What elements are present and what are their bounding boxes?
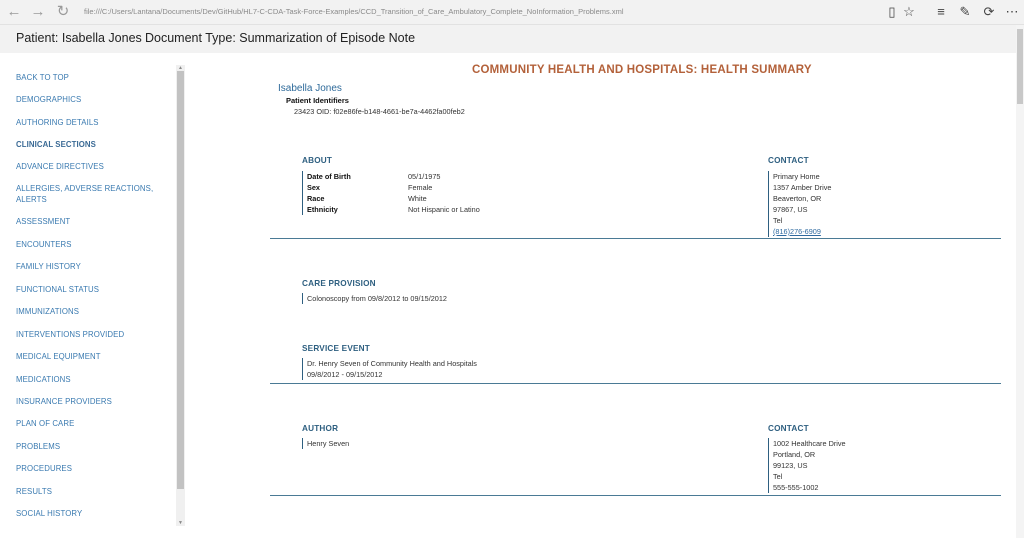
nav-plan-of-care[interactable]: PLAN OF CARE (16, 418, 166, 429)
nav-demographics[interactable]: DEMOGRAPHICS (16, 94, 166, 105)
nav-procedures[interactable]: PROCEDURES (16, 463, 166, 474)
sidebar-scrollbar[interactable]: ▲ ▼ (176, 65, 185, 526)
about-key: Date of Birth (307, 172, 351, 181)
service-event-heading: SERVICE EVENT (302, 344, 370, 353)
about-row: Race White (307, 193, 480, 204)
nav-results[interactable]: RESULTS (16, 486, 166, 497)
scroll-down-icon[interactable]: ▼ (176, 520, 185, 526)
nav-allergies[interactable]: ALLERGIES, ADVERSE REACTIONS, ALERTS (16, 183, 166, 205)
page-scrollbar[interactable] (1016, 25, 1024, 538)
back-arrow-icon[interactable]: ← (4, 3, 24, 21)
about-row: Ethnicity Not Hispanic or Latino (307, 204, 480, 215)
section-divider (270, 383, 1001, 384)
section-divider (270, 238, 1001, 239)
contact-line: 97867, US (773, 205, 808, 214)
address-bar[interactable]: file:///C:/Users/Lantana/Documents/Dev/G… (84, 5, 874, 19)
care-provision-text: Colonoscopy from 09/8/2012 to 09/15/2012 (307, 294, 447, 303)
document-header: Patient: Isabella Jones Document Type: S… (0, 25, 1024, 53)
contact-line: Beaverton, OR (773, 194, 822, 203)
author-contact-heading: CONTACT (768, 424, 809, 433)
forward-arrow-icon[interactable]: → (28, 3, 48, 21)
about-value: White (408, 194, 427, 203)
about-key: Race (307, 194, 325, 203)
document-body: COMMUNITY HEALTH AND HOSPITALS: HEALTH S… (186, 53, 1016, 538)
header-patient: Patient: Isabella Jones (16, 31, 142, 45)
about-value: 05/1/1975 (408, 172, 441, 181)
author-name: Henry Seven (307, 439, 350, 448)
nav-medical-equipment[interactable]: MEDICAL EQUIPMENT (16, 351, 166, 362)
sidebar-scroll-thumb[interactable] (177, 71, 184, 489)
about-key: Ethnicity (307, 205, 338, 214)
contact-line: 1357 Amber Drive (773, 183, 832, 192)
contact-line: Tel (773, 216, 783, 225)
about-heading: ABOUT (302, 156, 333, 165)
nav-insurance-providers[interactable]: INSURANCE PROVIDERS (16, 396, 166, 407)
favorite-star-icon[interactable]: ☆ (901, 4, 917, 20)
care-provision-heading: CARE PROVISION (302, 279, 376, 288)
more-icon[interactable]: ⋯ (1004, 4, 1020, 20)
header-document-type: Document Type: Summarization of Episode … (145, 31, 416, 45)
service-event-line: 09/8/2012 - 09/15/2012 (307, 370, 383, 379)
author-contact-line: Portland, OR (773, 450, 816, 459)
nav-problems[interactable]: PROBLEMS (16, 441, 166, 452)
contact-details: Primary Home 1357 Amber Drive Beaverton,… (768, 171, 831, 237)
author-heading: AUTHOR (302, 424, 339, 433)
hub-icon[interactable]: ≡ (933, 4, 949, 20)
reading-view-icon[interactable]: ▯ (884, 4, 900, 20)
contact-line: Primary Home (773, 172, 820, 181)
nav-immunizations[interactable]: IMMUNIZATIONS (16, 306, 166, 317)
about-key: Sex (307, 183, 320, 192)
about-value: Not Hispanic or Latino (408, 205, 480, 214)
nav-assessment[interactable]: ASSESSMENT (16, 216, 166, 227)
nav-family-history[interactable]: FAMILY HISTORY (16, 261, 166, 272)
section-divider (270, 495, 1001, 496)
nav-functional-status[interactable]: FUNCTIONAL STATUS (16, 284, 166, 295)
author-contact-line: 555-555-1002 (773, 483, 819, 492)
nav-encounters[interactable]: ENCOUNTERS (16, 239, 166, 250)
nav-back-to-top[interactable]: BACK TO TOP (16, 72, 166, 83)
nav-clinical-sections[interactable]: CLINICAL SECTIONS (16, 139, 166, 150)
care-provision-details: Colonoscopy from 09/8/2012 to 09/15/2012 (302, 293, 447, 304)
sidebar-nav: BACK TO TOP DEMOGRAPHICS AUTHORING DETAI… (0, 53, 186, 538)
patient-identifiers-label: Patient Identifiers (286, 96, 349, 105)
contact-phone-link[interactable]: (816)276-6909 (773, 226, 831, 237)
share-icon[interactable]: ⟳ (981, 4, 997, 20)
web-note-icon[interactable]: ✎ (957, 4, 973, 20)
about-details: Date of Birth 05/1/1975 Sex Female Race Whi… (302, 171, 480, 215)
author-details: Henry Seven (302, 438, 349, 449)
service-event-line: Dr. Henry Seven of Community Health and … (307, 359, 477, 368)
document-title: COMMUNITY HEALTH AND HOSPITALS: HEALTH S… (472, 64, 812, 76)
patient-identifiers-value: 23423 OID: f02e86fe-b148-4661-be7a-4462f… (294, 107, 465, 116)
author-contact-line: Tel (773, 472, 783, 481)
contact-heading: CONTACT (768, 156, 809, 165)
browser-toolbar: ← → ↻ file:///C:/Users/Lantana/Documents… (0, 0, 1024, 25)
author-contact-details: 1002 Healthcare Drive Portland, OR 99123… (768, 438, 846, 493)
page-scroll-thumb[interactable] (1017, 29, 1023, 104)
nav-social-history[interactable]: SOCIAL HISTORY (16, 508, 166, 519)
refresh-icon[interactable]: ↻ (53, 3, 73, 21)
nav-medications[interactable]: MEDICATIONS (16, 374, 166, 385)
patient-name: Isabella Jones (278, 83, 342, 94)
author-contact-line: 1002 Healthcare Drive (773, 439, 846, 448)
about-row: Sex Female (307, 182, 480, 193)
nav-authoring-details[interactable]: AUTHORING DETAILS (16, 117, 166, 128)
about-value: Female (408, 183, 433, 192)
nav-interventions-provided[interactable]: INTERVENTIONS PROVIDED (16, 329, 166, 340)
nav-advance-directives[interactable]: ADVANCE DIRECTIVES (16, 161, 166, 172)
service-event-details: Dr. Henry Seven of Community Health and … (302, 358, 477, 380)
author-contact-line: 99123, US (773, 461, 808, 470)
about-row: Date of Birth 05/1/1975 (307, 171, 480, 182)
